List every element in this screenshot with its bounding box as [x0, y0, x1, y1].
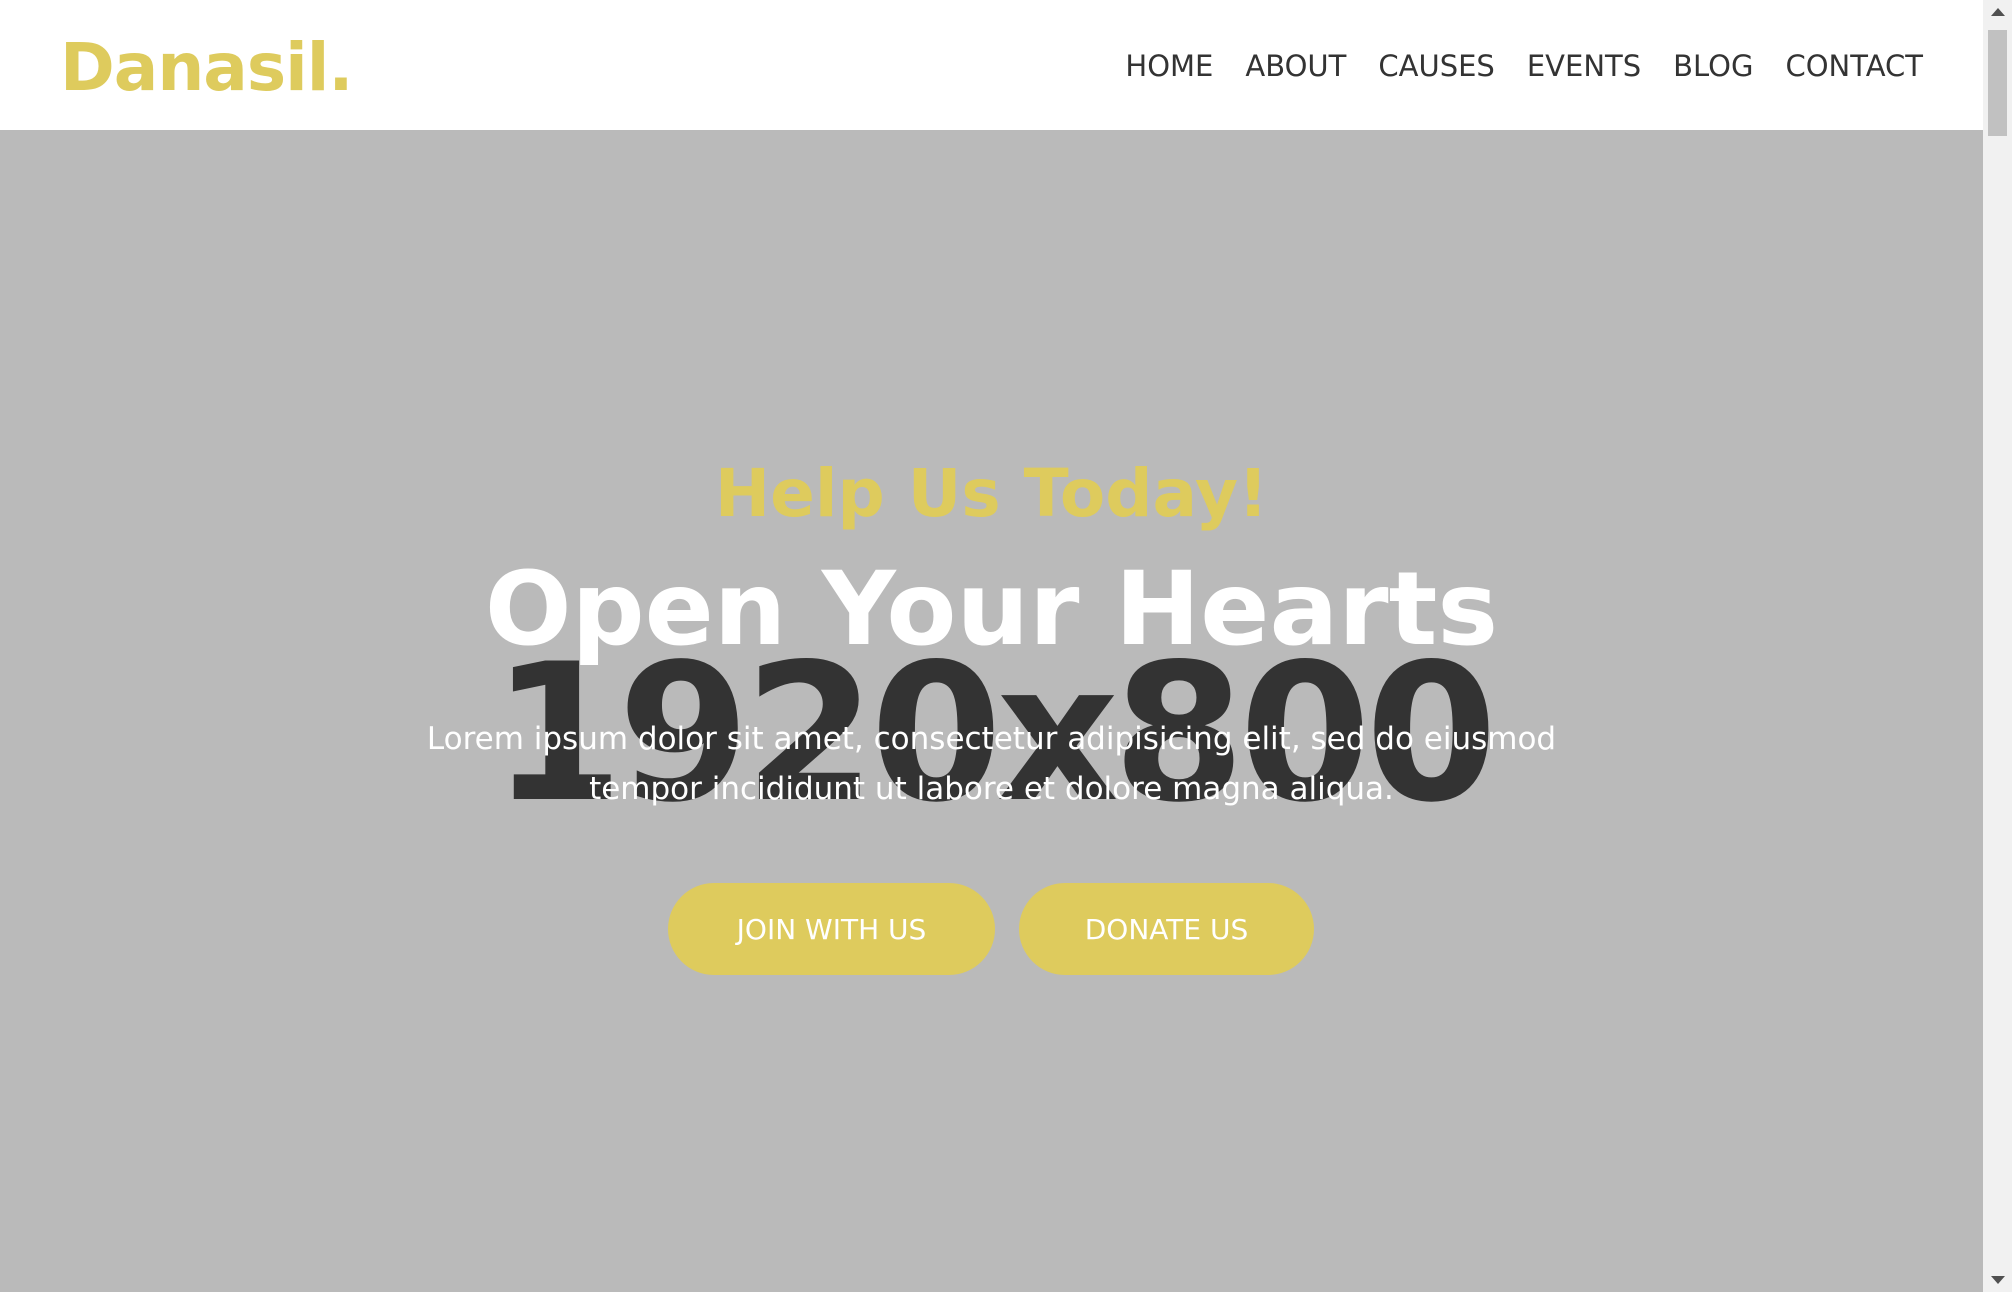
- main-nav: HOME ABOUT CAUSES EVENTS BLOG CONTACT: [1093, 0, 1923, 130]
- hero-subtitle: Help Us Today!: [714, 455, 1269, 532]
- site-header: Danasil. HOME ABOUT CAUSES EVENTS BLOG C…: [0, 0, 1983, 130]
- hero-description: Lorem ipsum dolor sit amet, consectetur …: [426, 721, 1557, 807]
- nav-item-events[interactable]: EVENTS: [1527, 47, 1641, 83]
- nav-item-blog[interactable]: BLOG: [1673, 47, 1753, 83]
- vertical-scrollbar[interactable]: [1983, 0, 2012, 1292]
- scrollbar-thumb[interactable]: [1988, 30, 2007, 136]
- hero-banner: 1920x800 Help Us Today! Open Your Hearts…: [0, 130, 1983, 1292]
- nav-item-about[interactable]: ABOUT: [1245, 47, 1346, 83]
- page: Danasil. HOME ABOUT CAUSES EVENTS BLOG C…: [0, 0, 2012, 1292]
- scroll-down-arrow-icon[interactable]: [1991, 1276, 2005, 1284]
- nav-item-causes[interactable]: CAUSES: [1378, 47, 1494, 83]
- scroll-up-arrow-icon[interactable]: [1991, 8, 2005, 16]
- donate-us-button[interactable]: DONATE US: [1019, 883, 1314, 975]
- nav-item-home[interactable]: HOME: [1125, 47, 1213, 83]
- nav-item-contact[interactable]: CONTACT: [1785, 47, 1923, 83]
- hero-title: Open Your Hearts: [484, 550, 1499, 669]
- join-with-us-button[interactable]: JOIN WITH US: [668, 883, 995, 975]
- site-logo[interactable]: Danasil.: [60, 28, 353, 108]
